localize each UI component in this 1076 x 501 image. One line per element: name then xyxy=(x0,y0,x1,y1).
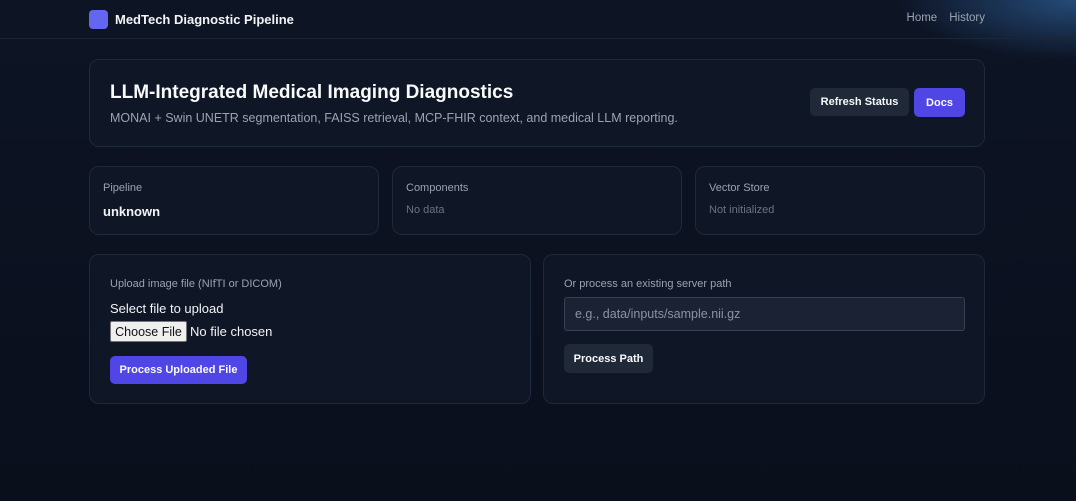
components-label: Components xyxy=(406,182,469,194)
refresh-status-button[interactable]: Refresh Status xyxy=(810,88,909,116)
file-status: No file chosen xyxy=(190,324,273,339)
upload-label: Upload image file (NIfTI or DICOM) xyxy=(110,278,282,290)
components-value: No data xyxy=(406,204,445,216)
brand-name: MedTech Diagnostic Pipeline xyxy=(115,12,294,27)
page-subtitle: MONAI + Swin UNETR segmentation, FAISS r… xyxy=(110,111,678,125)
server-path-input[interactable] xyxy=(564,297,965,331)
server-path-panel: Or process an existing server path Proce… xyxy=(543,254,985,404)
server-path-label: Or process an existing server path xyxy=(564,278,732,290)
top-navbar: MedTech Diagnostic Pipeline Home History xyxy=(0,0,1076,39)
hero-card: LLM-Integrated Medical Imaging Diagnosti… xyxy=(89,59,985,147)
nav-links: Home History xyxy=(907,12,985,24)
square-logo-icon xyxy=(89,10,108,29)
process-path-button[interactable]: Process Path xyxy=(564,344,653,373)
choose-file-button[interactable]: Choose File xyxy=(110,321,187,342)
vector-store-status-card: Vector Store Not initialized xyxy=(695,166,985,235)
docs-button[interactable]: Docs xyxy=(914,88,965,117)
pipeline-label: Pipeline xyxy=(103,182,143,194)
nav-history-link[interactable]: History xyxy=(949,12,985,24)
nav-home-link[interactable]: Home xyxy=(907,12,938,24)
process-uploaded-file-button[interactable]: Process Uploaded File xyxy=(110,356,247,384)
upload-panel: Upload image file (NIfTI or DICOM) Selec… xyxy=(89,254,531,404)
pipeline-value: unknown xyxy=(103,204,161,219)
page-title: LLM-Integrated Medical Imaging Diagnosti… xyxy=(110,82,514,103)
components-status-card: Components No data xyxy=(392,166,682,235)
select-file-label: Select file to upload xyxy=(110,301,224,316)
vector-store-label: Vector Store xyxy=(709,182,770,194)
file-input[interactable]: Choose File No file chosen xyxy=(110,321,272,342)
vector-store-value: Not initialized xyxy=(709,204,775,216)
pipeline-status-card: Pipeline unknown xyxy=(89,166,379,235)
brand[interactable]: MedTech Diagnostic Pipeline xyxy=(89,10,294,29)
